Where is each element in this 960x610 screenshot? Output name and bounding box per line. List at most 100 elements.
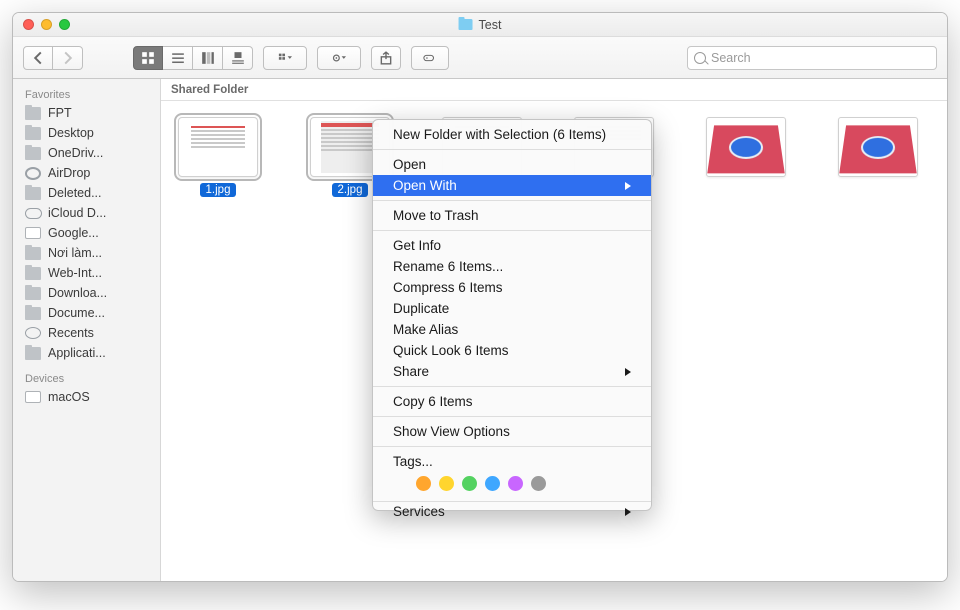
arrange-button[interactable] — [263, 46, 307, 70]
search-field[interactable]: Search — [687, 46, 937, 70]
separator — [373, 149, 651, 150]
tag-red[interactable] — [393, 476, 408, 491]
close-icon[interactable] — [23, 19, 34, 30]
menu-services[interactable]: Services — [373, 501, 651, 522]
file-item[interactable] — [835, 117, 921, 177]
drive-icon — [25, 227, 41, 239]
folder-icon — [25, 247, 41, 260]
folder-icon — [459, 19, 473, 30]
apps-icon — [25, 347, 41, 360]
tags-button[interactable] — [411, 46, 449, 70]
file-thumbnail — [838, 117, 918, 177]
menu-move-to-trash[interactable]: Move to Trash — [373, 205, 651, 226]
share-button[interactable] — [371, 46, 401, 70]
file-thumbnail — [706, 117, 786, 177]
search-placeholder: Search — [711, 51, 751, 65]
action-group — [317, 46, 361, 70]
folder-icon — [25, 147, 41, 160]
window-title: Test — [459, 18, 502, 32]
menu-share[interactable]: Share — [373, 361, 651, 382]
sidebar-item-webint[interactable]: Web-Int... — [13, 263, 160, 283]
file-item[interactable] — [703, 117, 789, 177]
sidebar-heading-devices: Devices — [13, 369, 160, 387]
clock-icon — [25, 327, 41, 339]
sidebar-item-places[interactable]: Nơi làm... — [13, 243, 160, 263]
menu-show-view-options[interactable]: Show View Options — [373, 421, 651, 442]
sidebar-item-google[interactable]: Google... — [13, 223, 160, 243]
folder-icon — [25, 287, 41, 300]
folder-icon — [25, 187, 41, 200]
menu-get-info[interactable]: Get Info — [373, 235, 651, 256]
sidebar-heading-favorites: Favorites — [13, 85, 160, 103]
menu-make-alias[interactable]: Make Alias — [373, 319, 651, 340]
icon-view-button[interactable] — [133, 46, 163, 70]
sidebar-item-airdrop[interactable]: AirDrop — [13, 163, 160, 183]
folder-icon — [25, 107, 41, 120]
sidebar-item-icloud[interactable]: iCloud D... — [13, 203, 160, 223]
cloud-icon — [25, 207, 41, 219]
tag-purple[interactable] — [508, 476, 523, 491]
path-header: Shared Folder — [161, 79, 947, 101]
action-button[interactable] — [317, 46, 361, 70]
tag-green[interactable] — [462, 476, 477, 491]
forward-button[interactable] — [53, 46, 83, 70]
back-button[interactable] — [23, 46, 53, 70]
sidebar-item-documents[interactable]: Docume... — [13, 303, 160, 323]
airdrop-icon — [25, 167, 41, 180]
file-label: 2.jpg — [332, 183, 369, 197]
chevron-right-icon — [625, 182, 631, 190]
column-view-button[interactable] — [193, 46, 223, 70]
sidebar: Favorites FPT Desktop OneDriv... AirDrop… — [13, 79, 161, 581]
search-icon — [694, 52, 706, 64]
file-label: 1.jpg — [200, 183, 237, 197]
sidebar-item-desktop[interactable]: Desktop — [13, 123, 160, 143]
minimize-icon[interactable] — [41, 19, 52, 30]
menu-quick-look[interactable]: Quick Look 6 Items — [373, 340, 651, 361]
menu-tags[interactable]: Tags... — [373, 451, 651, 472]
file-thumbnail — [178, 117, 258, 177]
chevron-right-icon — [625, 508, 631, 516]
context-menu: New Folder with Selection (6 Items) Open… — [372, 119, 652, 511]
tag-orange[interactable] — [416, 476, 431, 491]
nav-buttons — [23, 46, 83, 70]
sidebar-item-downloads[interactable]: Downloa... — [13, 283, 160, 303]
sidebar-item-deleted[interactable]: Deleted... — [13, 183, 160, 203]
view-buttons — [133, 46, 253, 70]
folder-icon — [25, 267, 41, 280]
window-controls — [23, 19, 70, 30]
list-view-button[interactable] — [163, 46, 193, 70]
separator — [373, 230, 651, 231]
separator — [373, 446, 651, 447]
menu-open-with[interactable]: Open With — [373, 175, 651, 196]
sidebar-item-applications[interactable]: Applicati... — [13, 343, 160, 363]
separator — [373, 386, 651, 387]
folder-icon — [25, 307, 41, 320]
title-text: Test — [479, 18, 502, 32]
tag-colors-row — [373, 472, 651, 497]
menu-new-folder-selection[interactable]: New Folder with Selection (6 Items) — [373, 124, 651, 145]
folder-icon — [25, 127, 41, 140]
separator — [373, 416, 651, 417]
sidebar-item-macos[interactable]: macOS — [13, 387, 160, 407]
tag-yellow[interactable] — [439, 476, 454, 491]
separator — [373, 200, 651, 201]
coverflow-view-button[interactable] — [223, 46, 253, 70]
toolbar: Search — [13, 37, 947, 79]
sidebar-item-onedrive[interactable]: OneDriv... — [13, 143, 160, 163]
menu-compress[interactable]: Compress 6 Items — [373, 277, 651, 298]
tag-gray[interactable] — [531, 476, 546, 491]
sidebar-item-fpt[interactable]: FPT — [13, 103, 160, 123]
menu-open[interactable]: Open — [373, 154, 651, 175]
fullscreen-icon[interactable] — [59, 19, 70, 30]
file-item[interactable]: 1.jpg — [175, 117, 261, 197]
menu-duplicate[interactable]: Duplicate — [373, 298, 651, 319]
tag-blue[interactable] — [485, 476, 500, 491]
separator: Services — [373, 501, 651, 502]
menu-copy[interactable]: Copy 6 Items — [373, 391, 651, 412]
menu-rename[interactable]: Rename 6 Items... — [373, 256, 651, 277]
chevron-right-icon — [625, 368, 631, 376]
titlebar: Test — [13, 13, 947, 37]
disk-icon — [25, 391, 41, 403]
arrange-group — [263, 46, 307, 70]
sidebar-item-recents[interactable]: Recents — [13, 323, 160, 343]
